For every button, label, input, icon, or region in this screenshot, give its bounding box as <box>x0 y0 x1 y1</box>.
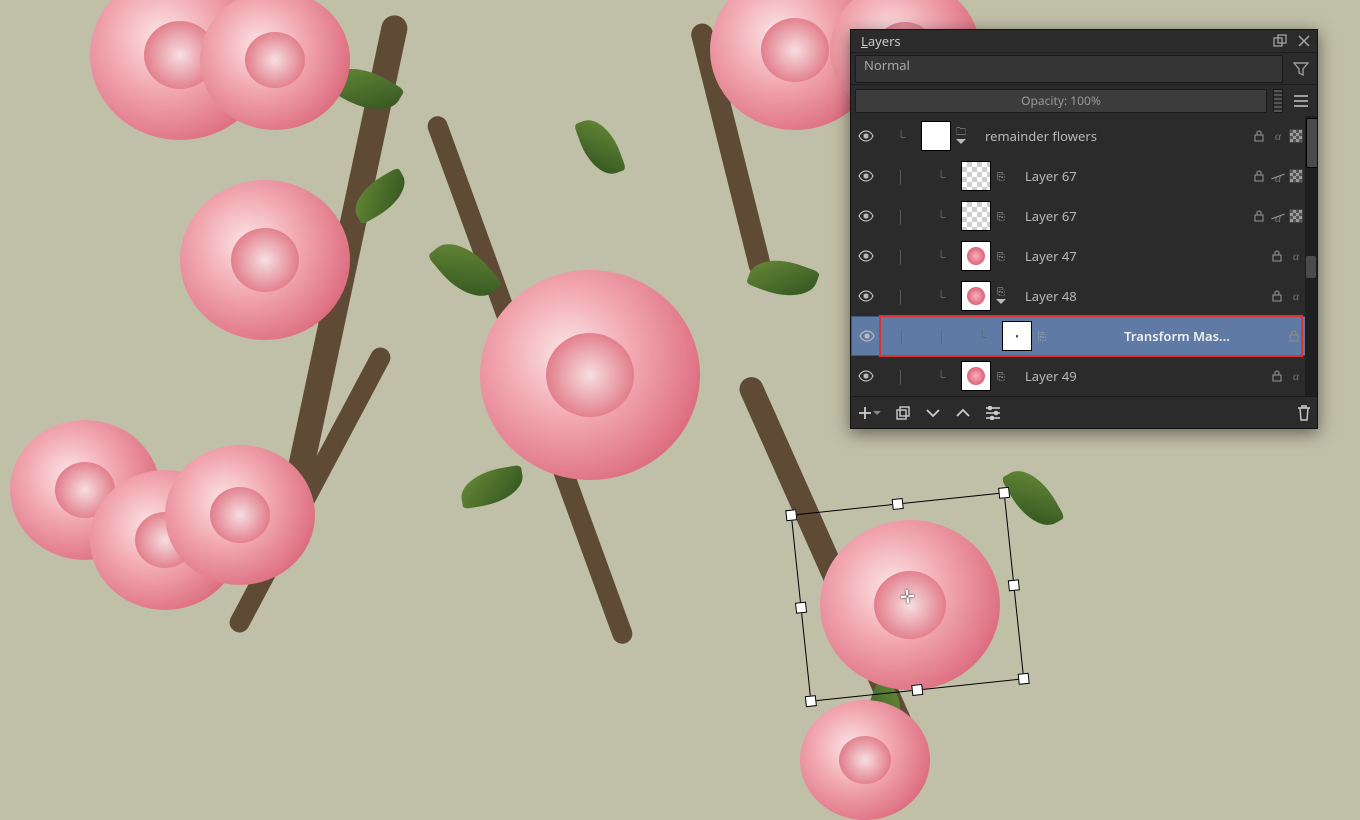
indent-guide <box>882 328 922 345</box>
layer-thumbnail[interactable] <box>961 161 991 191</box>
duplicate-layer-icon[interactable] <box>895 405 911 421</box>
layer-flags <box>1288 330 1302 342</box>
layer-flags: α <box>1271 289 1303 304</box>
layer-thumbnail[interactable] <box>961 281 991 311</box>
visibility-toggle[interactable] <box>851 210 881 222</box>
lock-icon[interactable] <box>1253 210 1267 222</box>
lock-icon[interactable] <box>1253 170 1267 182</box>
visibility-toggle[interactable] <box>851 290 881 302</box>
layer-meta: ⎘ <box>991 211 1011 221</box>
layers-panel: Layers Normal Opacity: 100% 🗀remainder f… <box>850 29 1318 429</box>
layer-flags <box>1253 209 1303 223</box>
add-layer-icon[interactable] <box>857 405 881 421</box>
indent-guide <box>881 368 921 385</box>
lock-icon[interactable] <box>1271 290 1285 302</box>
indent-guide <box>881 288 921 305</box>
indent-guide <box>921 288 961 305</box>
indent-guide <box>921 368 961 385</box>
visibility-toggle[interactable] <box>851 130 881 142</box>
layer-list: 🗀remainder flowersα⎘Layer 67⎘Layer 67⎘La… <box>851 116 1317 396</box>
layer-row[interactable]: ⎘Transform Mas... <box>851 316 1317 356</box>
move-down-icon[interactable] <box>925 407 941 419</box>
properties-icon[interactable] <box>985 406 1001 420</box>
transform-pivot-icon[interactable]: ✛ <box>893 583 922 612</box>
lock-icon[interactable] <box>1288 330 1302 342</box>
layer-footer <box>851 396 1317 428</box>
expand-toggle[interactable] <box>996 298 1006 306</box>
close-icon[interactable] <box>1295 32 1313 50</box>
layer-thumbnail[interactable] <box>961 241 991 271</box>
alpha-icon[interactable]: α <box>1289 369 1303 384</box>
alpha-lock-icon[interactable] <box>1289 129 1303 143</box>
layer-name[interactable]: remainder flowers <box>971 127 1253 145</box>
lock-icon[interactable] <box>1253 130 1267 142</box>
layer-thumbnail[interactable] <box>961 201 991 231</box>
layer-name[interactable]: Layer 49 <box>1011 367 1271 385</box>
layer-meta: ⎘ <box>1032 331 1052 341</box>
layer-row[interactable]: ⎘Layer 67 <box>851 156 1317 196</box>
detach-icon[interactable] <box>1271 32 1289 50</box>
layer-name[interactable]: Layer 48 <box>1011 287 1271 305</box>
visibility-toggle[interactable] <box>852 330 882 342</box>
layer-flags: α <box>1271 369 1303 384</box>
alpha-lock-icon[interactable] <box>1289 169 1303 183</box>
lock-icon[interactable] <box>1271 370 1285 382</box>
alpha-icon[interactable]: α <box>1271 129 1285 144</box>
layer-thumbnail[interactable] <box>921 121 951 151</box>
layer-name[interactable]: Layer 67 <box>1011 207 1253 225</box>
inherit-alpha-icon[interactable] <box>1271 209 1285 223</box>
indent-guide <box>921 168 961 185</box>
layer-flags: α <box>1253 129 1303 144</box>
expand-toggle[interactable] <box>956 138 966 146</box>
indent-guide <box>881 128 921 145</box>
transform-bounding-box[interactable]: ✛ <box>791 492 1024 701</box>
layer-scrollbar[interactable] <box>1305 116 1317 396</box>
indent-guide <box>921 208 961 225</box>
layer-meta: ⎘ <box>991 371 1011 381</box>
indent-guide <box>881 168 921 185</box>
visibility-toggle[interactable] <box>851 370 881 382</box>
opacity-grip[interactable] <box>1273 89 1283 113</box>
delete-layer-icon[interactable] <box>1297 405 1311 421</box>
layer-meta[interactable]: ⎘ <box>991 286 1011 306</box>
inherit-alpha-icon[interactable] <box>1271 169 1285 183</box>
layer-row[interactable]: ⎘Layer 48 α <box>851 276 1317 316</box>
panel-title: Layers <box>861 32 1271 50</box>
menu-icon[interactable] <box>1289 94 1313 108</box>
layer-row[interactable]: ⎘Layer 67 <box>851 196 1317 236</box>
layer-name[interactable]: Layer 67 <box>1011 167 1253 185</box>
indent-guide <box>921 248 961 265</box>
blend-mode-select[interactable]: Normal <box>855 55 1283 83</box>
opacity-slider[interactable]: Opacity: 100% <box>855 89 1267 113</box>
indent-guide <box>881 248 921 265</box>
blend-mode-value: Normal <box>864 56 910 74</box>
layer-flags: α <box>1271 249 1303 264</box>
layer-meta[interactable]: 🗀 <box>951 126 971 146</box>
filter-icon[interactable] <box>1289 61 1313 77</box>
layer-row[interactable]: ⎘Layer 47 α <box>851 236 1317 276</box>
layer-row[interactable]: 🗀remainder flowers α <box>851 116 1317 156</box>
indent-guide <box>962 328 1002 345</box>
layer-flags <box>1253 169 1303 183</box>
visibility-toggle[interactable] <box>851 170 881 182</box>
panel-titlebar[interactable]: Layers <box>851 30 1317 52</box>
alpha-icon[interactable]: α <box>1289 249 1303 264</box>
layer-name[interactable]: Transform Mas... <box>1052 327 1288 345</box>
layer-meta: ⎘ <box>991 251 1011 261</box>
layer-row[interactable]: ⎘Layer 49 α <box>851 356 1317 396</box>
alpha-icon[interactable]: α <box>1289 289 1303 304</box>
indent-guide <box>881 208 921 225</box>
indent-guide <box>922 328 962 345</box>
layer-name[interactable]: Layer 47 <box>1011 247 1271 265</box>
layer-thumbnail[interactable] <box>961 361 991 391</box>
opacity-value: Opacity: 100% <box>1021 92 1101 109</box>
layer-thumbnail[interactable] <box>1002 321 1032 351</box>
lock-icon[interactable] <box>1271 250 1285 262</box>
visibility-toggle[interactable] <box>851 250 881 262</box>
move-up-icon[interactable] <box>955 407 971 419</box>
alpha-lock-icon[interactable] <box>1289 209 1303 223</box>
layer-meta: ⎘ <box>991 171 1011 181</box>
